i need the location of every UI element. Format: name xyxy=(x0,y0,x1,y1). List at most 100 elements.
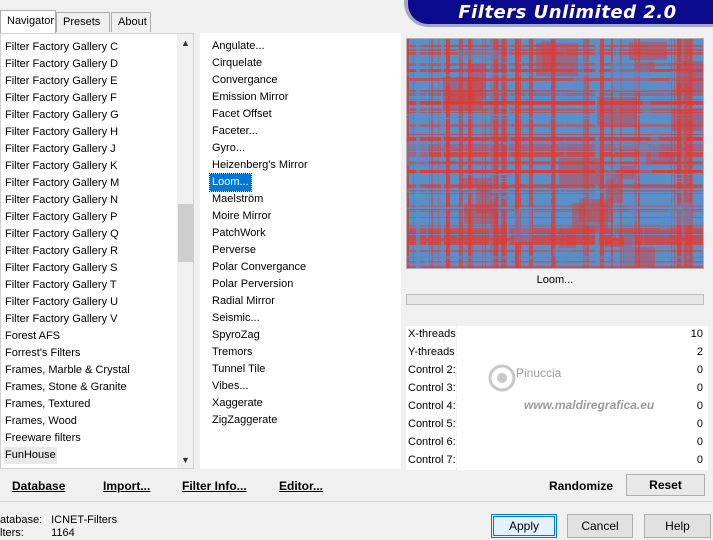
filters-count-value: 1164 xyxy=(51,527,75,539)
category-item[interactable]: Filter Factory Gallery G xyxy=(4,107,120,124)
category-item[interactable]: Filter Factory Gallery V xyxy=(4,311,118,328)
category-item[interactable]: Filter Factory Gallery K xyxy=(4,158,118,175)
randomize-button[interactable]: Randomize xyxy=(549,479,613,493)
category-item[interactable]: FunHouse xyxy=(4,447,57,464)
control-row[interactable]: Control 5: 0 xyxy=(406,416,708,434)
category-list[interactable]: ▲ ▼ Filter Factory Gallery C Filter Facto… xyxy=(0,33,194,469)
apply-button[interactable]: Apply xyxy=(491,514,557,538)
filter-item[interactable]: Angulate... xyxy=(210,38,267,55)
category-item[interactable]: Filter Factory Gallery R xyxy=(4,243,119,260)
filter-info-button[interactable]: Filter Info... xyxy=(182,479,247,493)
control-value: 0 xyxy=(696,436,703,448)
filter-item[interactable]: Vibes... xyxy=(210,378,251,395)
control-label: Control 5: xyxy=(408,418,456,430)
category-item[interactable]: Forrest's Filters xyxy=(4,345,81,362)
category-item[interactable]: Frames, Textured xyxy=(4,396,91,413)
scroll-up-arrow-icon[interactable]: ▲ xyxy=(177,34,193,51)
progress-bar xyxy=(406,294,704,305)
category-item[interactable]: Frames, Wood xyxy=(4,413,78,430)
control-value: 0 xyxy=(696,454,703,466)
category-item[interactable]: Frames, Marble & Crystal xyxy=(4,362,131,379)
filter-item[interactable]: Heizenberg's Mirror xyxy=(210,157,310,174)
control-row[interactable]: Control 7: 0 xyxy=(406,452,708,470)
filter-item[interactable]: Tremors xyxy=(210,344,255,361)
category-item[interactable]: Filter Factory Gallery C xyxy=(4,39,119,56)
filter-item[interactable]: Convergance xyxy=(210,72,279,89)
category-item[interactable]: Forest AFS xyxy=(4,328,61,345)
control-row[interactable]: X-threads 10 xyxy=(406,326,708,344)
category-item[interactable]: Filter Factory Gallery D xyxy=(4,56,119,73)
control-value: 10 xyxy=(690,328,703,340)
filter-item[interactable]: Facet Offset xyxy=(210,106,274,123)
category-item[interactable]: Filter Factory Gallery Q xyxy=(4,226,120,243)
filter-item[interactable]: Moire Mirror xyxy=(210,208,273,225)
control-row[interactable]: Y-threads 2 xyxy=(406,344,708,362)
control-slider[interactable] xyxy=(456,452,688,470)
divider xyxy=(0,501,713,502)
control-slider[interactable] xyxy=(456,326,688,344)
reset-button[interactable]: Reset xyxy=(626,474,705,496)
filter-item[interactable]: Cirquelate xyxy=(210,55,264,72)
preview-image xyxy=(406,38,704,269)
control-row[interactable]: Control 6: 0 xyxy=(406,434,708,452)
category-item[interactable]: Filter Factory Gallery S xyxy=(4,260,118,277)
filter-item[interactable]: Gyro... xyxy=(210,140,247,157)
filter-item[interactable]: ZigZaggerate xyxy=(210,412,279,429)
filter-item[interactable]: Maelström xyxy=(210,191,265,208)
control-value: 0 xyxy=(696,418,703,430)
category-item[interactable]: Filter Factory Gallery U xyxy=(4,294,119,311)
category-item[interactable]: Filter Factory Gallery J xyxy=(4,141,117,158)
control-label: X-threads xyxy=(408,328,456,340)
filter-list[interactable]: Angulate... Cirquelate Convergance Emission… xyxy=(200,33,401,469)
control-value: 0 xyxy=(696,400,703,412)
filter-item[interactable]: PatchWork xyxy=(210,225,268,242)
category-item[interactable]: Filter Factory Gallery H xyxy=(4,124,119,141)
filter-item[interactable]: Xaggerate xyxy=(210,395,265,412)
cancel-button[interactable]: Cancel xyxy=(567,514,633,538)
control-value: 0 xyxy=(696,364,703,376)
filter-item[interactable]: Seismic... xyxy=(210,310,262,327)
preview-filter-name: Loom... xyxy=(536,274,574,286)
category-scrollbar[interactable]: ▲ ▼ xyxy=(177,34,193,468)
tab-presets[interactable]: Presets xyxy=(56,12,110,32)
preview-pattern xyxy=(407,39,703,268)
filters-count-label: lters: xyxy=(0,527,24,539)
control-value: 0 xyxy=(696,382,703,394)
scroll-thumb[interactable] xyxy=(178,204,193,262)
control-row[interactable]: Control 3: 0 xyxy=(406,380,708,398)
category-item[interactable]: Freeware filters xyxy=(4,430,82,447)
control-label: Y-threads xyxy=(408,346,455,358)
filter-item[interactable]: Tunnel Tile xyxy=(210,361,267,378)
control-slider[interactable] xyxy=(456,416,688,434)
database-value: ICNET-Filters xyxy=(51,514,118,526)
category-item[interactable]: Filter Factory Gallery T xyxy=(4,277,118,294)
filter-item[interactable]: SpyroZag xyxy=(210,327,262,344)
apply-label: Apply xyxy=(508,519,540,533)
filter-item[interactable]: Faceter... xyxy=(210,123,260,140)
filter-item[interactable]: Loom... xyxy=(209,173,252,192)
scroll-down-arrow-icon[interactable]: ▼ xyxy=(177,451,193,468)
import-button[interactable]: Import... xyxy=(103,479,150,493)
category-item[interactable]: Frames, Stone & Granite xyxy=(4,379,128,396)
category-item[interactable]: Filter Factory Gallery N xyxy=(4,192,119,209)
help-button[interactable]: Help xyxy=(644,514,711,538)
control-slider[interactable] xyxy=(456,434,688,452)
category-item[interactable]: Filter Factory Gallery F xyxy=(4,90,118,107)
filter-item[interactable]: Polar Perversion xyxy=(210,276,295,293)
editor-button[interactable]: Editor... xyxy=(279,479,323,493)
category-item[interactable]: Filter Factory Gallery P xyxy=(4,209,118,226)
status-area: atabase: ICNET-Filters lters: 1164 xyxy=(0,514,117,540)
category-item[interactable]: Filter Factory Gallery E xyxy=(4,73,118,90)
filter-item[interactable]: Polar Convergance xyxy=(210,259,308,276)
filter-item[interactable]: Emission Mirror xyxy=(210,89,290,106)
database-button[interactable]: Database xyxy=(12,479,65,493)
tab-about[interactable]: About xyxy=(111,12,151,32)
filter-item[interactable]: Perverse xyxy=(210,242,258,259)
app-banner: Filters Unlimited 2.0 xyxy=(408,0,713,24)
control-label: Control 6: xyxy=(408,436,456,448)
control-label: Control 2: xyxy=(408,364,456,376)
database-label: atabase: xyxy=(0,514,43,526)
tab-navigator[interactable]: Navigator xyxy=(0,10,56,33)
category-item[interactable]: Filter Factory Gallery M xyxy=(4,175,120,192)
filter-item[interactable]: Radial Mirror xyxy=(210,293,277,310)
